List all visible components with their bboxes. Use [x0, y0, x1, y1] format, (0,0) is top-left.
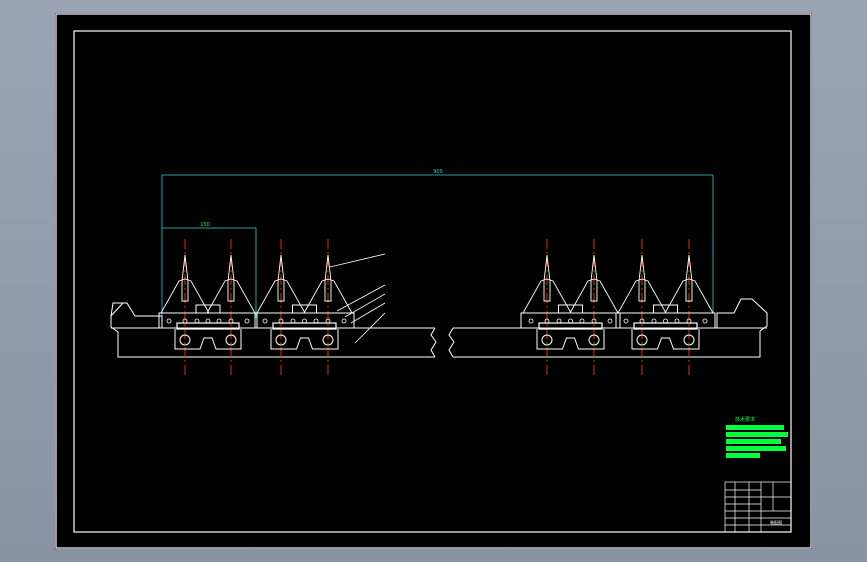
bolt-hole	[244, 318, 250, 324]
top-plate	[254, 312, 355, 329]
fixture-unit	[520, 239, 621, 377]
fixture-unit	[254, 239, 355, 377]
pitch-dimension-text: 150	[200, 222, 210, 228]
bolt-hole	[313, 318, 319, 324]
bolt-hole	[579, 318, 585, 324]
bolt-hole	[205, 318, 211, 324]
overall-dimension-text: 900	[433, 169, 443, 175]
overall-dimension	[161, 174, 714, 323]
bolt-hole	[651, 318, 657, 324]
assembly-drawing: 900 150 技术要求 装配图	[55, 13, 812, 549]
bolt-hole	[216, 318, 222, 324]
bolt-hole	[623, 318, 629, 324]
cad-viewport[interactable]: 900 150 技术要求 装配图	[55, 13, 812, 549]
bolt-hole	[302, 318, 307, 324]
fixture-unit	[615, 239, 716, 377]
top-plate	[158, 312, 258, 329]
bolt-hole	[702, 318, 708, 324]
bolt-hole	[674, 318, 680, 324]
fixture-groups	[158, 239, 716, 377]
bolt-hole	[568, 318, 573, 324]
title-block-drawing-name: 装配图	[770, 519, 782, 525]
top-plate	[615, 312, 716, 329]
outer-frame	[55, 13, 812, 549]
technical-notes-title: 技术要求	[735, 416, 755, 423]
bolt-hole	[528, 318, 534, 324]
bolt-hole	[290, 318, 296, 324]
bolt-hole	[166, 318, 172, 324]
bolt-hole	[262, 318, 268, 324]
top-plate	[520, 312, 621, 329]
bolt-hole	[194, 318, 200, 324]
bolt-hole	[607, 318, 613, 324]
fixture-unit	[158, 239, 258, 377]
technical-notes: 技术要求	[726, 416, 788, 458]
bolt-hole	[663, 318, 668, 324]
bolt-hole	[556, 318, 562, 324]
bolt-hole	[341, 318, 347, 324]
